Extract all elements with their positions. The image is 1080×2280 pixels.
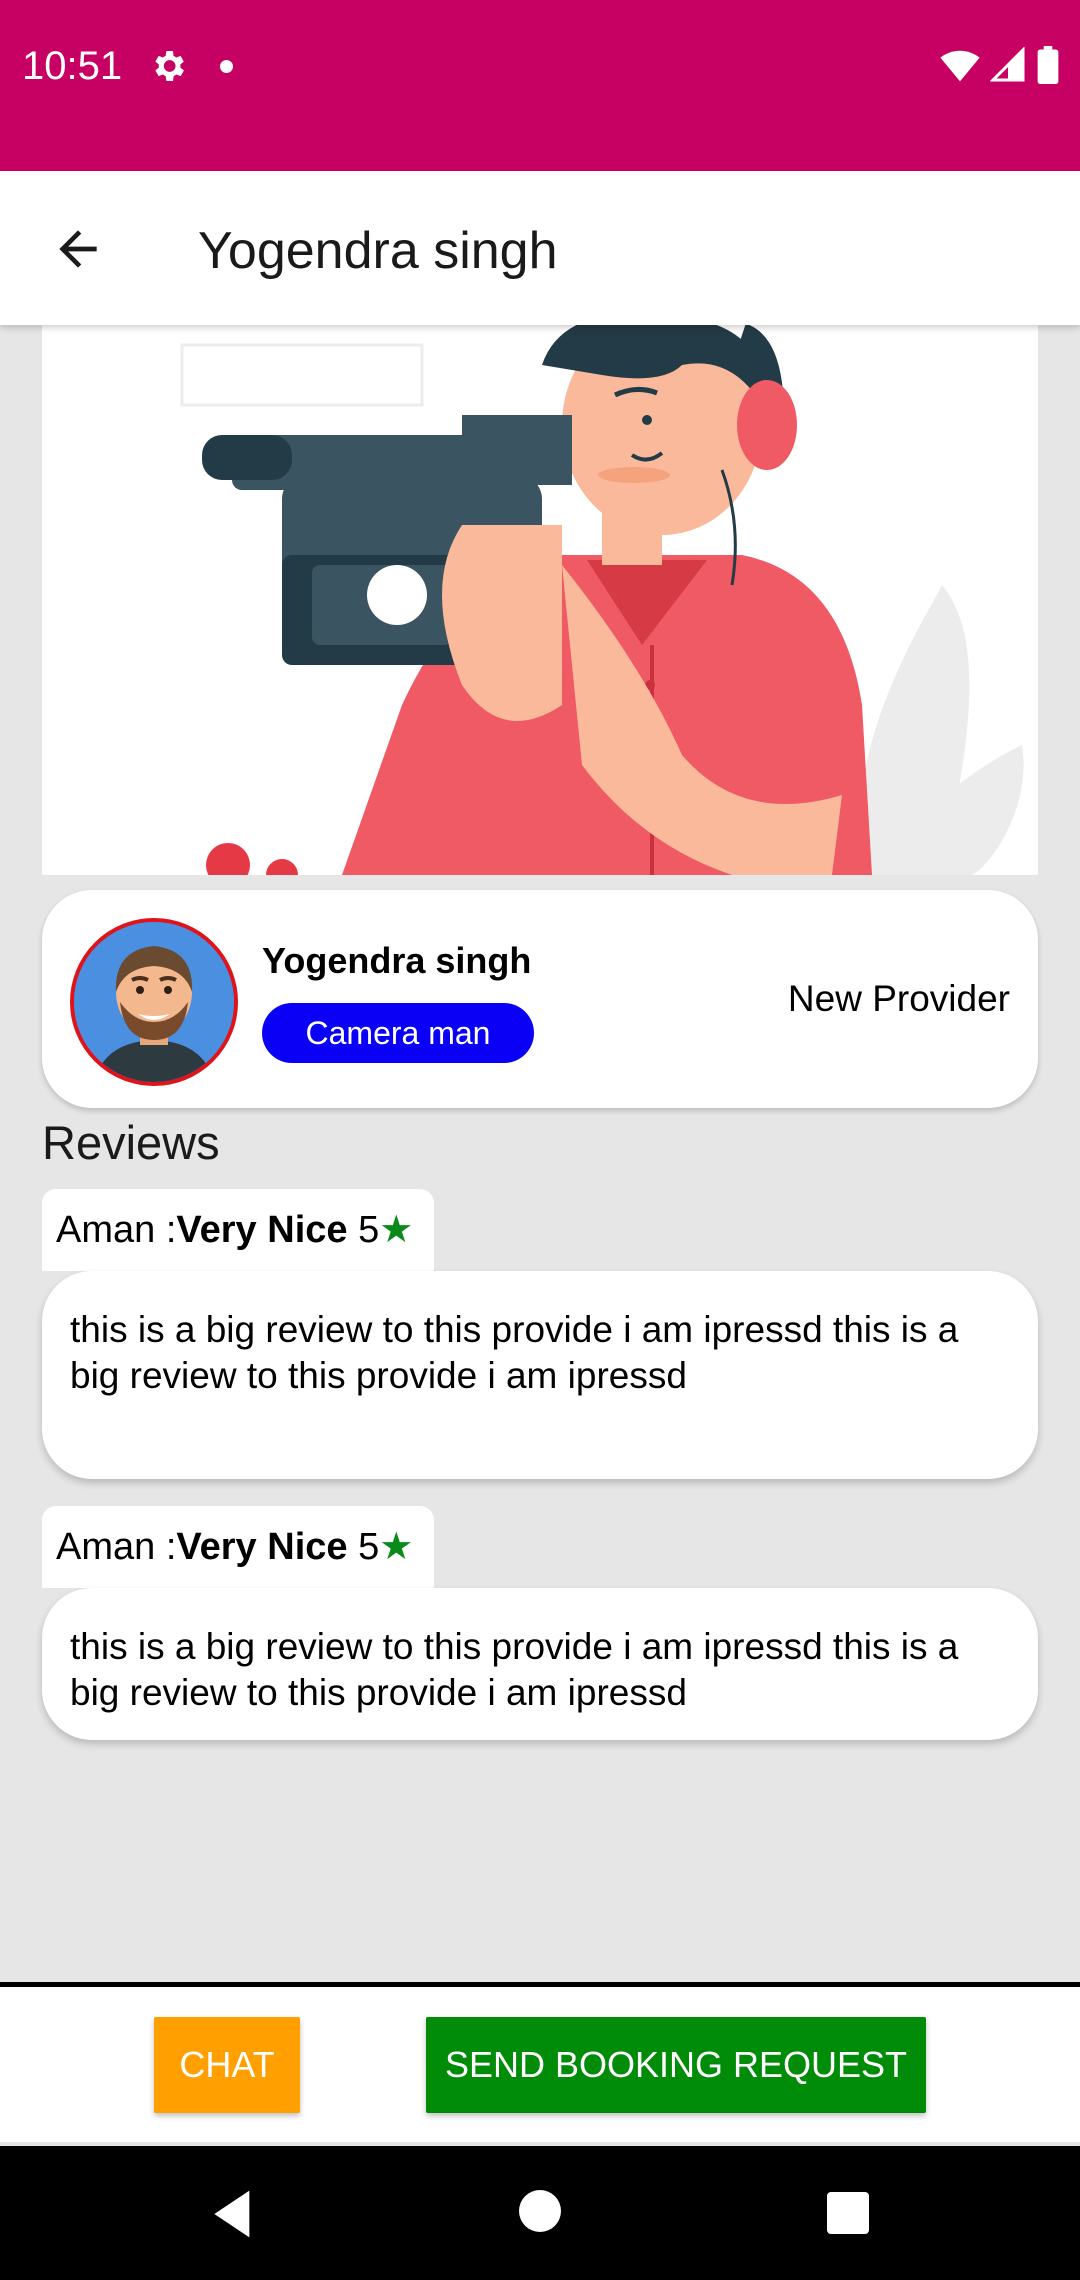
review-rating: 5 [358, 1526, 380, 1568]
nav-home-icon[interactable] [519, 2190, 561, 2232]
provider-status: New Provider [787, 978, 1010, 1019]
review-title: Very Nice [176, 1526, 348, 1568]
status-bar: 10:51 [0, 0, 1080, 171]
wifi-icon [940, 50, 980, 82]
reviewer-name: Aman : [56, 1526, 177, 1568]
provider-cover-image [42, 325, 1038, 875]
review-card: this is a big review to this provide i a… [42, 1271, 1038, 1479]
review-text: this is a big review to this provide i a… [70, 1626, 959, 1713]
send-booking-request-button[interactable]: SEND BOOKING REQUEST [426, 2017, 926, 2113]
gear-icon [155, 51, 184, 81]
nav-back-icon[interactable] [205, 2186, 261, 2242]
provider-name: Yogendra singh [262, 940, 532, 981]
role-badge: Camera man [262, 1003, 534, 1063]
cameraman-illustration [42, 325, 1038, 875]
review-header: Aman :Very Nice 5★ [42, 1506, 434, 1588]
avatar [70, 918, 238, 1086]
review-card: this is a big review to this provide i a… [42, 1588, 1038, 1740]
page-title: Yogendra singh [198, 222, 558, 280]
system-navigation-bar [0, 2146, 1080, 2280]
reviews-heading: Reviews [42, 1116, 220, 1169]
provider-card: Yogendra singh Camera man New Provider [42, 890, 1038, 1108]
status-icons [940, 46, 1060, 84]
battery-icon [1037, 46, 1059, 84]
star-icon: ★ [379, 1526, 414, 1568]
bottom-action-bar: CHAT SEND BOOKING REQUEST [0, 1982, 1080, 2142]
back-arrow-icon[interactable] [50, 221, 106, 277]
avatar-illustration [74, 922, 234, 1082]
chat-button[interactable]: CHAT [154, 2017, 300, 2113]
nav-recents-icon[interactable] [827, 2192, 869, 2234]
notification-dot [220, 60, 233, 73]
app-bar: Yogendra singh [0, 171, 1080, 325]
review-text: this is a big review to this provide i a… [70, 1309, 959, 1396]
signal-icon [990, 47, 1025, 82]
review-rating: 5 [358, 1209, 380, 1251]
review-header: Aman :Very Nice 5★ [42, 1189, 434, 1271]
star-icon: ★ [379, 1209, 414, 1251]
reviewer-name: Aman : [56, 1209, 177, 1251]
review-title: Very Nice [176, 1209, 348, 1251]
status-time: 10:51 [22, 44, 123, 88]
